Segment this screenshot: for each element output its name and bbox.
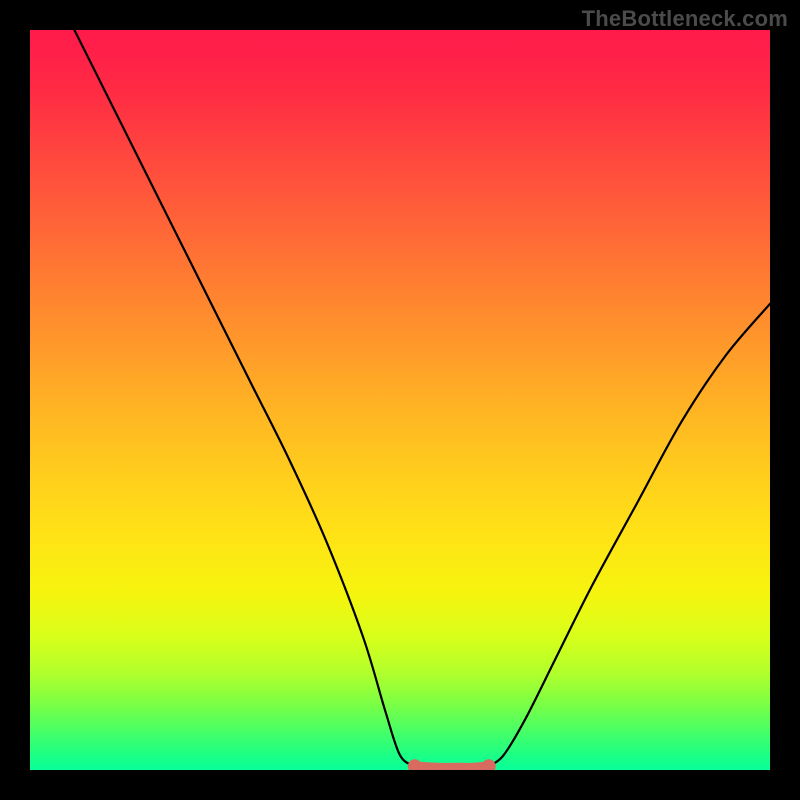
curve-layer [30,30,770,770]
plot-area [30,30,770,770]
right-branch-line [489,304,770,767]
right-endpoint-dot [482,759,496,770]
left-endpoint-dot [408,759,422,770]
chart-frame: TheBottleneck.com [0,0,800,800]
watermark-text: TheBottleneck.com [582,6,788,32]
bottom-accent-line [415,766,489,768]
left-branch-line [74,30,414,766]
